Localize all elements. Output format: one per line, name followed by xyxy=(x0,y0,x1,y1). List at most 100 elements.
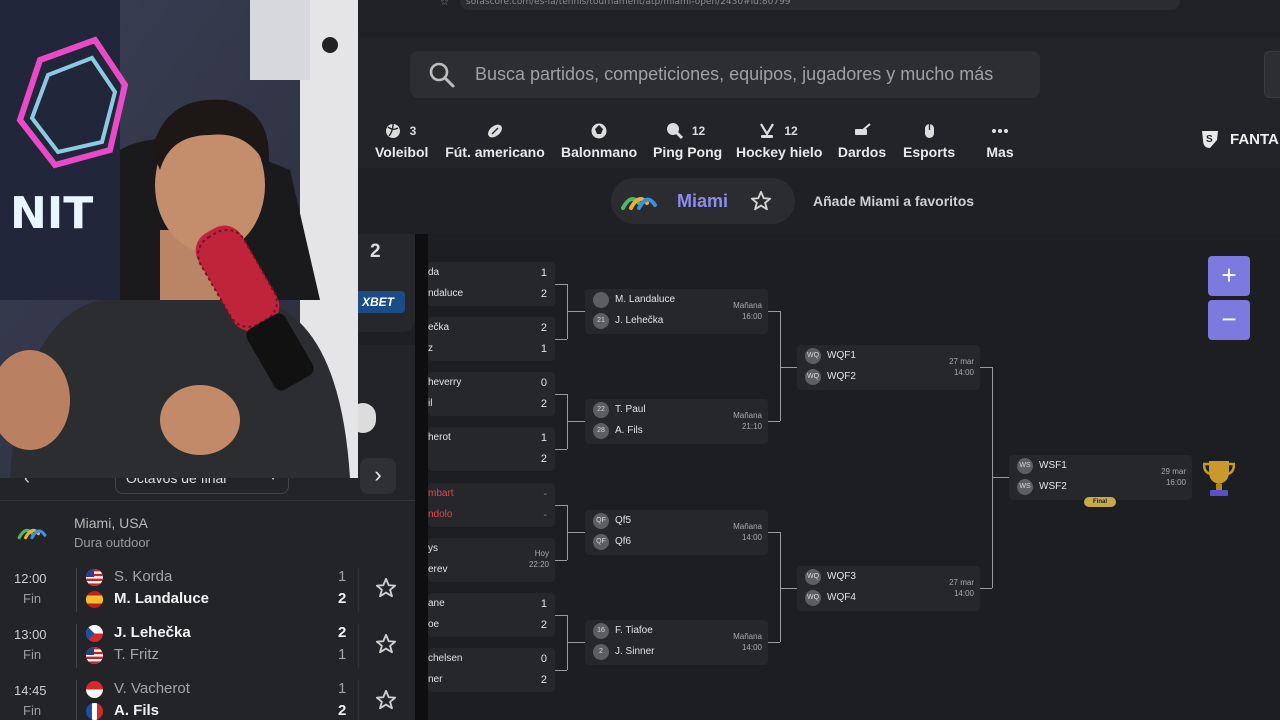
flag-icon xyxy=(86,681,103,698)
more-icon xyxy=(992,129,1008,133)
player-name: Qf5 xyxy=(615,515,632,526)
bracket-match[interactable]: ys erev Hoy 22:20 xyxy=(428,538,555,582)
tournament-name[interactable]: Miami xyxy=(677,191,728,212)
bracket-match[interactable]: mbart - ndolo - xyxy=(428,483,555,527)
sport-tab-voleibol[interactable]: 3 Voleibol xyxy=(375,118,428,160)
sport-count: 3 xyxy=(409,124,417,138)
bracket-match[interactable]: 22 T. Paul 28 A. Fils Mañana 21:10 xyxy=(585,399,768,444)
player-name: il xyxy=(428,398,433,409)
player-name: M. Landaluce xyxy=(615,294,676,305)
player-name: z xyxy=(428,343,433,354)
bracket-connector xyxy=(980,588,992,589)
match-time: 14:45 xyxy=(14,683,47,698)
zoom-in-button[interactable]: + xyxy=(1208,256,1250,296)
player-score: 1 xyxy=(338,646,347,663)
next-round-button[interactable]: › xyxy=(360,458,396,494)
player-score: 2 xyxy=(540,322,547,334)
fantasy-link[interactable]: S FANTA xyxy=(1198,128,1279,150)
sport-tab-ping-pong[interactable]: 12 Ping Pong xyxy=(653,118,722,160)
favorite-star-icon[interactable] xyxy=(375,633,397,655)
sport-tab-mas[interactable]: Mas xyxy=(985,118,1015,160)
bracket-match[interactable]: QF Qf5 QF Qf6 Mañana 14:00 xyxy=(585,510,768,555)
bracket-match[interactable]: WQ WQF3 WQ WQF4 27 mar 14:00 xyxy=(797,566,980,611)
sport-label: Balonmano xyxy=(561,144,638,160)
player-name: WQF4 xyxy=(827,592,856,603)
player-score: 2 xyxy=(540,453,547,465)
bracket-match[interactable]: herot 1 2 xyxy=(428,427,555,471)
sport-icon-row xyxy=(985,118,1015,144)
player-score: 2 xyxy=(540,398,547,410)
bracket-connector xyxy=(555,505,567,506)
player-name: A. Fils xyxy=(615,425,643,436)
add-favorite-text[interactable]: Añade Miami a favoritos xyxy=(813,193,974,209)
player-score: 1 xyxy=(540,343,547,355)
bracket-player-row: il 2 xyxy=(428,394,555,415)
bracket-player-row: ndaluce 2 xyxy=(428,284,555,305)
player-score: 1 xyxy=(338,568,347,585)
bracket-player-row: heverry 0 xyxy=(428,373,555,394)
score-divider xyxy=(358,680,359,720)
bracket-connector xyxy=(980,367,992,368)
bracket-player-row: z1 xyxy=(428,339,555,360)
player-name: J. Sinner xyxy=(615,646,655,657)
bracket-match[interactable]: ane 1 oe 2 xyxy=(428,593,555,637)
table-tennis-icon xyxy=(666,123,683,140)
sport-label: Dardos xyxy=(837,144,887,160)
tournament-pill: Miami xyxy=(611,178,795,224)
schedule-day: 27 mar xyxy=(949,357,974,366)
search-bar[interactable]: Busca partidos, competiciones, equipos, … xyxy=(410,51,1040,98)
player-name: erev xyxy=(428,564,448,575)
player-name: ys xyxy=(428,543,438,554)
bracket-match[interactable]: WQ WQF1 WQ WQF2 27 mar 14:00 xyxy=(797,345,980,390)
player-name: ndolo xyxy=(428,509,453,520)
sport-tab-balonmano[interactable]: Balonmano xyxy=(561,118,638,160)
player-avatar: 2 xyxy=(593,644,609,660)
sport-tab-dardos[interactable]: Dardos xyxy=(837,118,887,160)
match-time: 12:00 xyxy=(14,571,47,586)
bracket-match[interactable]: da 1 ndaluce 2 xyxy=(428,262,555,306)
bracket-match[interactable]: M. Landaluce 21 J. Lehečka Mañana 16:00 xyxy=(585,289,768,334)
sport-tab-esports[interactable]: Esports xyxy=(903,118,956,160)
player-name: ndaluce xyxy=(428,288,464,299)
event-name[interactable]: Miami, USA xyxy=(74,515,148,531)
match-row[interactable]: 13:00 Fin J. Lehečka T. Fritz 2 1 xyxy=(0,624,415,674)
player-score: 2 xyxy=(540,619,547,631)
zoom-out-button[interactable]: − xyxy=(1208,300,1250,340)
sports-nav: 3 Voleibol Fút. americano Balonmano 12 Ping P… xyxy=(358,118,1280,168)
player-score: 2 xyxy=(540,288,547,300)
bracket-match[interactable]: 16 F. Tiafoe 2 J. Sinner Mañana 14:00 xyxy=(585,620,768,665)
favorite-star-icon[interactable] xyxy=(750,190,772,212)
schedule-day: Mañana xyxy=(733,632,762,641)
left-top-card xyxy=(358,234,415,332)
flag-icon xyxy=(86,569,103,586)
match-row[interactable]: 12:00 Fin S. Korda M. Landaluce 1 2 xyxy=(0,568,415,618)
schedule-time: 14:00 xyxy=(953,368,974,377)
bracket-match[interactable]: ečka 2 z 1 xyxy=(428,317,555,361)
player-avatar: WS xyxy=(1017,479,1033,495)
flag-icon xyxy=(86,703,103,720)
player-name: oe xyxy=(428,619,440,630)
svg-text:S: S xyxy=(1206,134,1213,145)
player-name: herot xyxy=(428,432,451,443)
menu-button[interactable] xyxy=(1264,51,1280,98)
bracket-match[interactable]: heverry 0 il 2 xyxy=(428,372,555,416)
favorite-star-icon[interactable] xyxy=(375,577,397,599)
sponsor-badge[interactable]: XBET xyxy=(358,291,405,313)
favorite-star-icon[interactable] xyxy=(375,689,397,711)
player-name: T. Fritz xyxy=(114,646,159,663)
bookmark-star-icon[interactable]: ☆ xyxy=(440,0,449,8)
sport-label: Esports xyxy=(903,144,956,160)
sport-tab-f-t-americano[interactable]: Fút. americano xyxy=(445,118,545,160)
schedule-time: 14:00 xyxy=(953,589,974,598)
flag-icon xyxy=(86,647,103,664)
sport-tab-hockey-hielo[interactable]: 12 Hockey hielo xyxy=(736,118,822,160)
bracket-player-row: ner 2 xyxy=(428,670,555,691)
bracket-match[interactable]: WS WSF1 WS WSF2 29 mar 16:00 xyxy=(1009,455,1192,500)
match-divider xyxy=(76,568,77,612)
bracket-match[interactable]: chelsen 0 ner 2 xyxy=(428,648,555,692)
player-name: WQF1 xyxy=(827,350,856,361)
match-row[interactable]: 14:45 Fin V. Vacherot A. Fils 1 2 xyxy=(0,680,415,720)
sport-count: 12 xyxy=(691,124,706,138)
address-bar[interactable]: sofascore.com/es-la/tennis/tournament/at… xyxy=(460,0,1180,10)
flag-icon xyxy=(86,625,103,642)
